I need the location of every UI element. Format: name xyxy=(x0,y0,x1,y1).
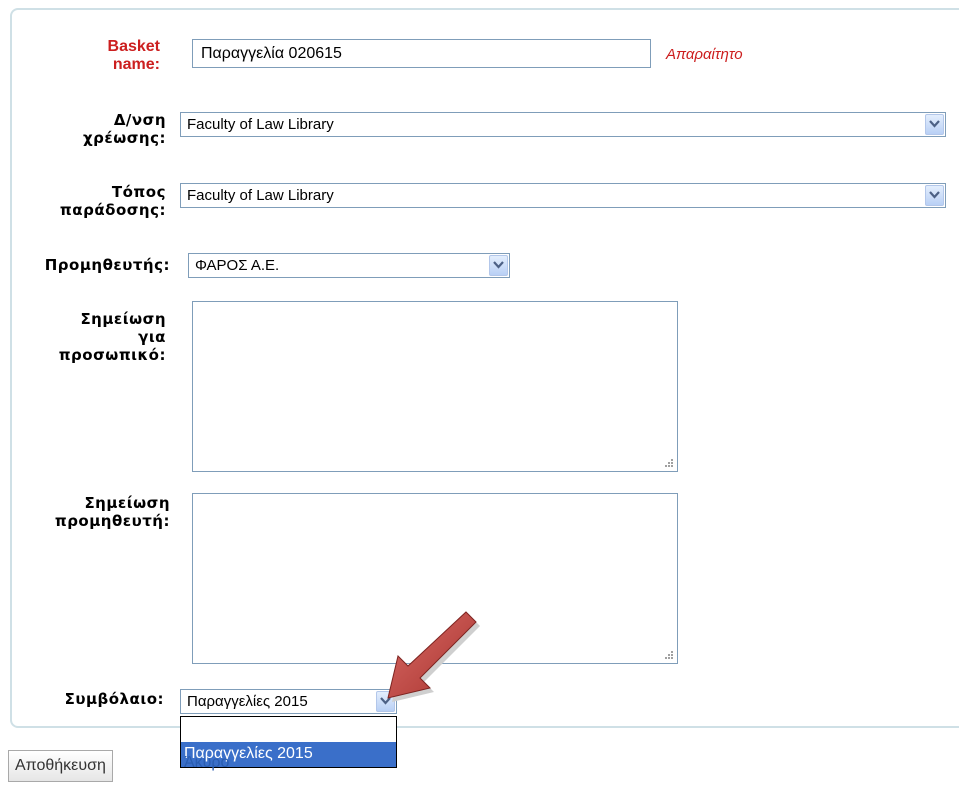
basket-name-input[interactable]: Παραγγελία 020615 xyxy=(192,39,651,68)
chevron-down-icon[interactable] xyxy=(925,114,944,135)
delivery-label: Τόπος παράδοσης: xyxy=(59,183,166,219)
save-button[interactable]: Αποθήκευση xyxy=(8,750,113,782)
staff-note-textarea[interactable] xyxy=(192,301,678,472)
contract-label: Συμβόλαιο: xyxy=(64,690,164,708)
required-note: Απαραίτητο xyxy=(666,46,743,63)
resize-grip-icon[interactable] xyxy=(663,649,674,660)
billing-label: Δ/νση χρέωσης: xyxy=(82,111,166,147)
chevron-down-icon[interactable] xyxy=(489,255,508,276)
annotation-arrow-icon xyxy=(387,611,480,702)
vendor-select-value: ΦΑΡΟΣ Α.Ε. xyxy=(195,257,280,274)
staff-note-label: Σημείωση για προσωπικό: xyxy=(58,310,166,364)
contract-select[interactable]: Παραγγελίες 2015 xyxy=(180,689,397,714)
chevron-down-icon[interactable] xyxy=(925,185,944,206)
vendor-note-label: Σημείωση προμηθευτή: xyxy=(54,494,170,530)
billing-select[interactable]: Faculty of Law Library xyxy=(180,112,946,137)
billing-select-value: Faculty of Law Library xyxy=(187,116,334,133)
basket-name-label: Basket name: xyxy=(107,38,160,73)
delivery-select[interactable]: Faculty of Law Library xyxy=(180,183,946,208)
vendor-label: Προμηθευτής: xyxy=(44,256,170,274)
vendor-select[interactable]: ΦΑΡΟΣ Α.Ε. xyxy=(188,253,510,278)
resize-grip-icon[interactable] xyxy=(663,457,674,468)
cancel-link[interactable]: Άκυρο xyxy=(184,754,229,772)
contract-option-empty[interactable] xyxy=(181,717,396,742)
contract-select-value: Παραγγελίες 2015 xyxy=(187,693,308,710)
delivery-select-value: Faculty of Law Library xyxy=(187,187,334,204)
